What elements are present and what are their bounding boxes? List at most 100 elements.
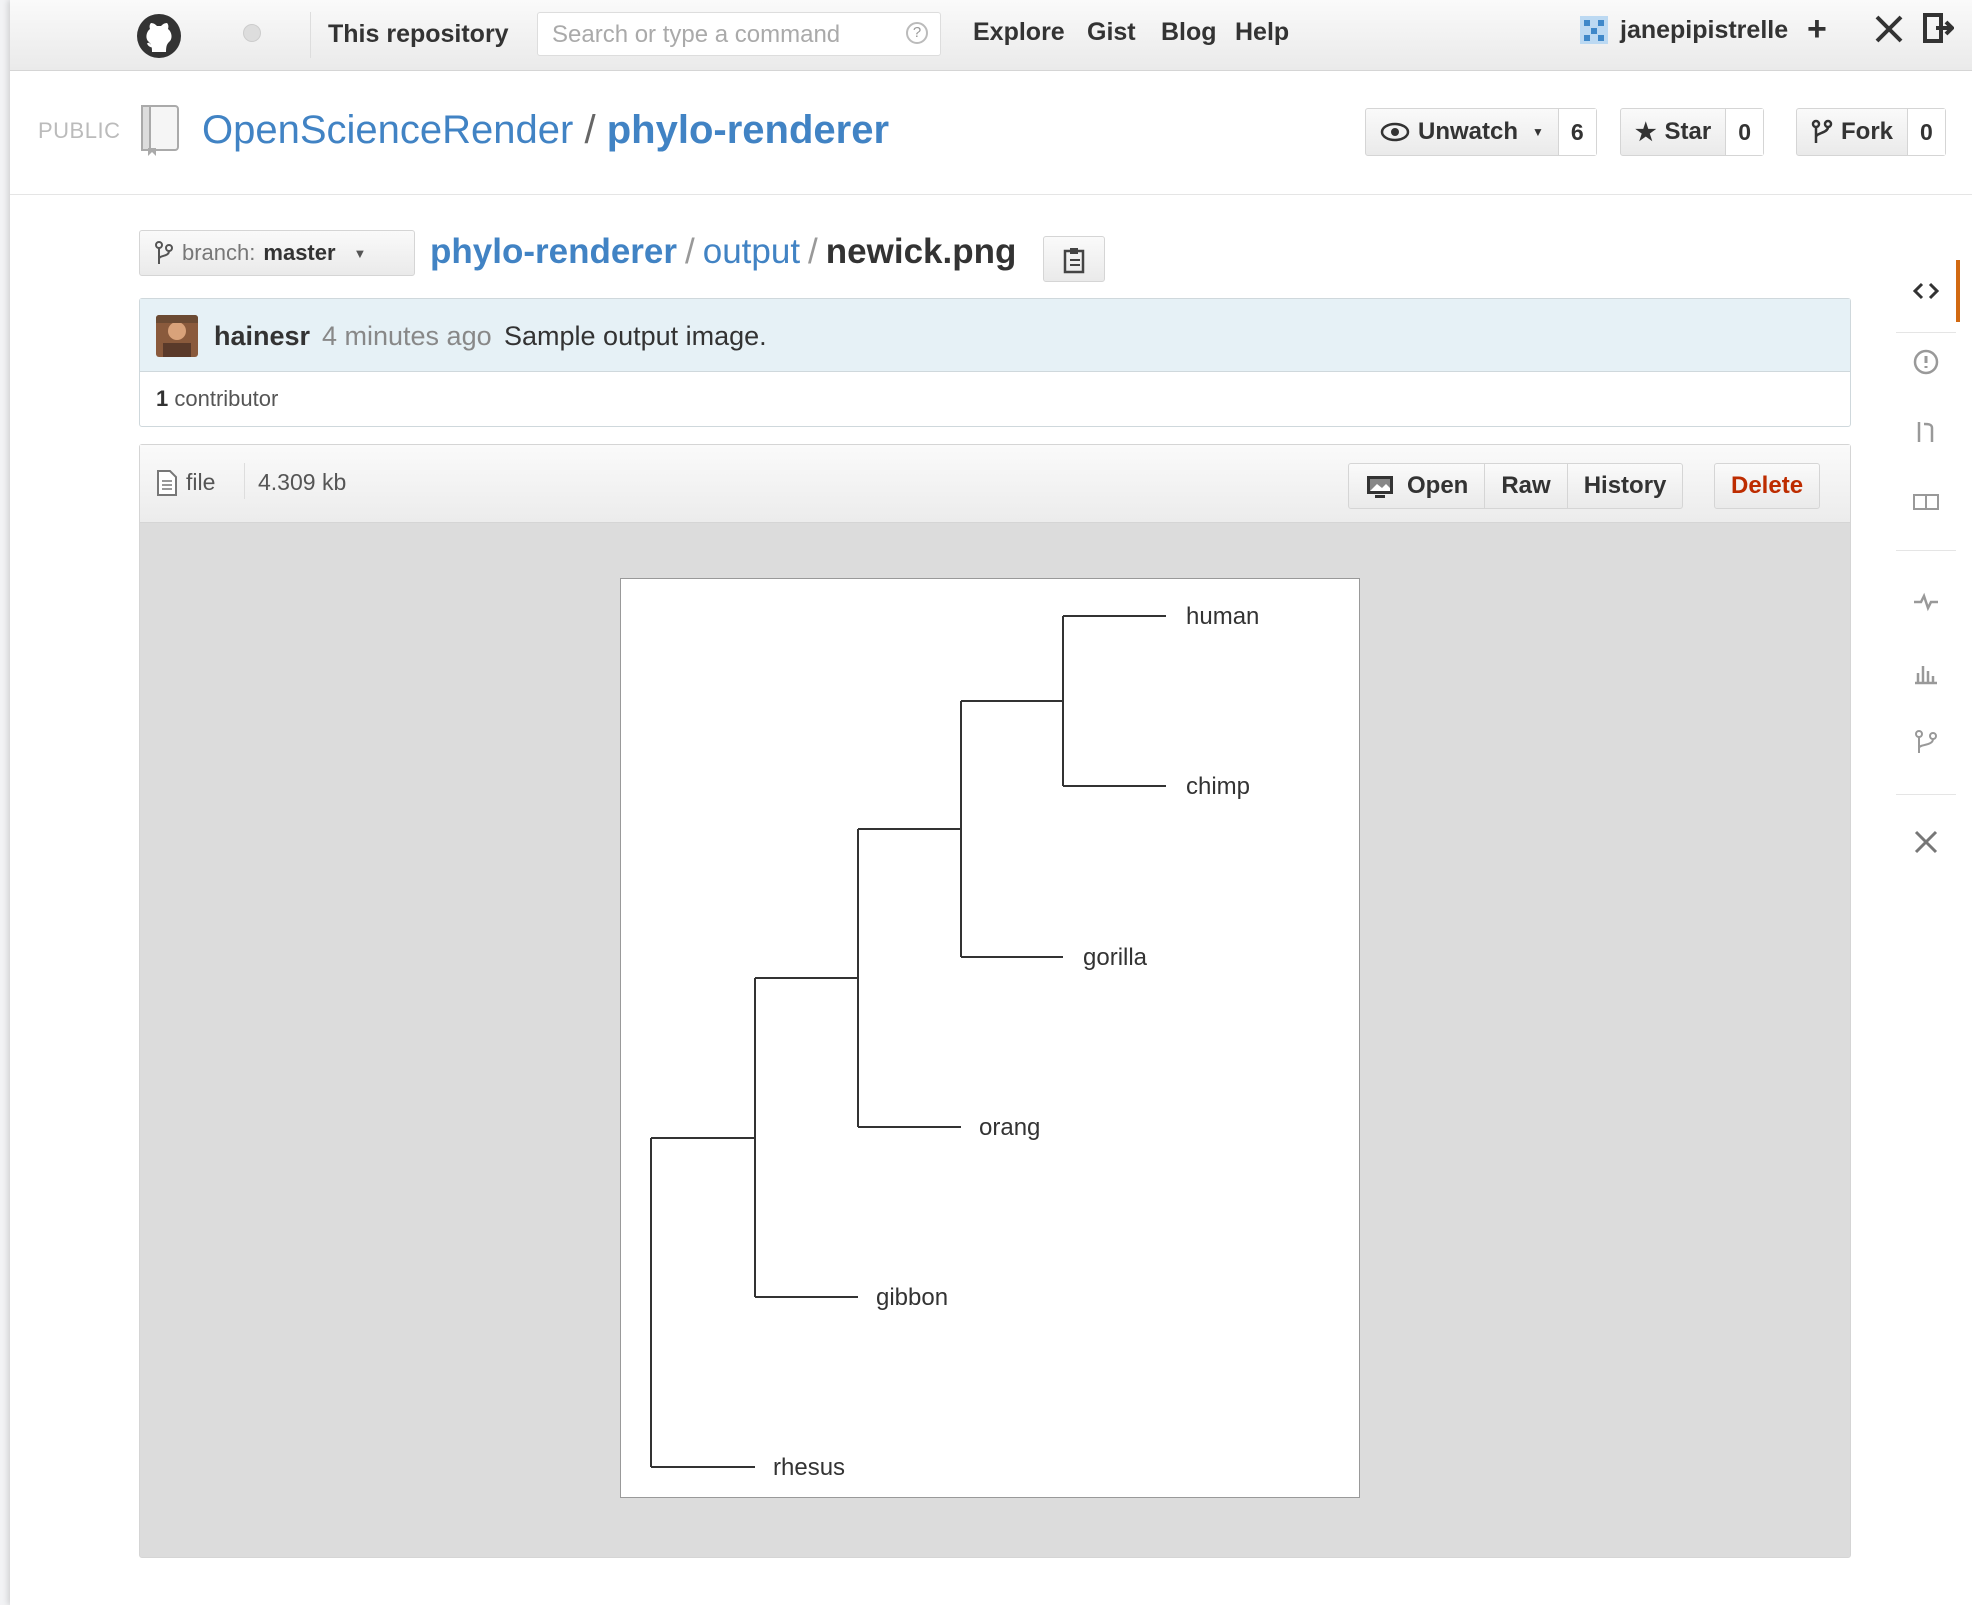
fork-icon xyxy=(1811,119,1833,143)
fork-button[interactable]: Fork xyxy=(1797,109,1909,155)
nav-explore[interactable]: Explore xyxy=(973,18,1065,47)
rendered-image: human chimp gorilla orang gibbon rhesus xyxy=(620,578,1360,1498)
repo-icon xyxy=(141,105,179,156)
star-count[interactable]: 0 xyxy=(1726,109,1763,155)
taxon-label: orang xyxy=(979,1114,1040,1141)
visibility-label: PUBLIC xyxy=(38,118,121,143)
sidebar-divider xyxy=(1896,794,1956,795)
search-input[interactable] xyxy=(550,21,884,49)
breadcrumb-dir-link[interactable]: output xyxy=(703,232,800,271)
nav-gist[interactable]: Gist xyxy=(1087,18,1136,47)
pull-request-icon[interactable] xyxy=(1912,418,1940,446)
wiki-icon[interactable] xyxy=(1912,488,1940,516)
file-icon xyxy=(157,470,177,496)
active-tab-indicator xyxy=(1956,260,1960,322)
file-actions: Open Raw History xyxy=(1348,463,1684,509)
chevron-down-icon: ▼ xyxy=(353,245,367,261)
author-avatar[interactable] xyxy=(156,315,198,357)
issues-icon[interactable] xyxy=(1912,348,1940,376)
sidebar-divider xyxy=(1896,550,1956,551)
watch-button-group: Unwatch ▼ 6 xyxy=(1365,108,1597,156)
taxon-label: rhesus xyxy=(773,1454,845,1481)
search-box[interactable]: ? xyxy=(537,12,941,56)
tree-branch xyxy=(960,700,1063,958)
raw-button[interactable]: Raw xyxy=(1485,464,1568,508)
latest-commit-box: hainesr 4 minutes ago Sample output imag… xyxy=(139,298,1851,427)
delete-button[interactable]: Delete xyxy=(1714,463,1821,509)
taxon-label: gibbon xyxy=(876,1284,948,1311)
commit-summary: hainesr 4 minutes ago Sample output imag… xyxy=(140,299,1850,372)
phylogenetic-tree-image: human chimp gorilla orang gibbon rhesus xyxy=(650,603,1259,1481)
graphs-icon[interactable] xyxy=(1912,658,1940,686)
breadcrumb-repo-link[interactable]: phylo-renderer xyxy=(430,232,677,271)
open-label: Open xyxy=(1407,472,1469,499)
contributor-count: 1 xyxy=(156,386,169,411)
clipboard-icon xyxy=(1063,248,1085,274)
tree-branch xyxy=(1062,615,1166,787)
fork-label: Fork xyxy=(1841,118,1894,145)
breadcrumb-file-name: newick.png xyxy=(825,232,1017,271)
site-header: This repository ? Explore Gist Blog Help… xyxy=(10,0,1972,71)
notifications-icon[interactable] xyxy=(243,24,261,42)
star-button-group: ★ Star 0 xyxy=(1620,108,1764,156)
github-logo-icon[interactable] xyxy=(135,12,183,60)
fork-count[interactable]: 0 xyxy=(1908,109,1945,155)
file-size: 4.309 kb xyxy=(258,469,347,495)
file-type-label: file xyxy=(186,469,216,495)
taxon-label: chimp xyxy=(1186,773,1250,800)
commit-time: 4 minutes ago xyxy=(322,321,492,351)
branch-name: master xyxy=(263,240,336,265)
tree-branch xyxy=(754,977,858,1298)
fork-button-group: Fork 0 xyxy=(1796,108,1946,156)
repo-title-separator: / xyxy=(584,108,596,152)
repo-title: OpenScienceRender / phylo-renderer xyxy=(202,108,889,153)
repo-header: PUBLIC OpenScienceRender / phylo-rendere… xyxy=(10,70,1972,195)
breadcrumb-separator: / xyxy=(808,232,818,271)
code-icon[interactable] xyxy=(1912,277,1940,305)
open-button[interactable]: Open xyxy=(1349,464,1486,508)
chevron-down-icon: ▼ xyxy=(1532,125,1544,139)
repo-owner-link[interactable]: OpenScienceRender xyxy=(202,108,573,152)
unwatch-button[interactable]: Unwatch ▼ xyxy=(1366,109,1559,155)
file-header: file 4.309 kb Open Raw History Delete xyxy=(140,445,1850,523)
breadcrumb-separator: / xyxy=(685,232,695,271)
contributors-summary[interactable]: 1 contributor xyxy=(156,386,278,412)
breadcrumb: phylo-renderer / output / newick.png xyxy=(430,232,1016,272)
star-label: Star xyxy=(1664,118,1712,145)
taxon-label: human xyxy=(1186,603,1259,630)
unwatch-label: Unwatch xyxy=(1418,118,1519,145)
star-button[interactable]: ★ Star xyxy=(1621,109,1727,155)
create-new-plus-icon[interactable]: + xyxy=(1807,10,1827,49)
username-link[interactable]: janepipistrelle xyxy=(1620,16,1788,45)
taxon-label: gorilla xyxy=(1083,944,1148,971)
network-icon[interactable] xyxy=(1912,728,1940,756)
desktop-app-icon xyxy=(1367,476,1393,498)
file-meta-divider xyxy=(244,463,245,499)
settings-icon[interactable] xyxy=(1912,828,1940,856)
nav-help[interactable]: Help xyxy=(1235,18,1289,47)
history-button[interactable]: History xyxy=(1568,464,1683,508)
star-icon: ★ xyxy=(1635,118,1657,146)
eye-icon xyxy=(1380,122,1410,142)
repo-nav-sidebar xyxy=(1890,232,1960,902)
commit-message-link[interactable]: Sample output image. xyxy=(504,321,767,352)
sign-out-icon[interactable] xyxy=(1922,12,1954,44)
branch-selector[interactable]: branch: master ▼ xyxy=(139,230,415,276)
watch-count[interactable]: 6 xyxy=(1558,109,1596,155)
sidebar-divider xyxy=(1896,332,1956,333)
contributor-label: contributor xyxy=(174,386,279,411)
pulse-icon[interactable] xyxy=(1912,588,1940,616)
nav-blog[interactable]: Blog xyxy=(1161,18,1217,47)
browser-window: This repository ? Explore Gist Blog Help… xyxy=(10,0,1972,1605)
tree-branch xyxy=(857,828,961,1128)
branch-label: branch: xyxy=(182,240,256,265)
repo-name-link[interactable]: phylo-renderer xyxy=(607,108,889,152)
commit-author-link[interactable]: hainesr xyxy=(214,321,310,352)
file-viewer: file 4.309 kb Open Raw History Delete hu… xyxy=(139,444,1851,1558)
copy-path-button[interactable] xyxy=(1043,236,1105,282)
settings-tools-icon[interactable] xyxy=(1872,12,1906,46)
header-divider xyxy=(310,12,311,58)
search-help-icon[interactable]: ? xyxy=(906,22,928,44)
user-avatar[interactable] xyxy=(1580,16,1608,44)
search-scope-label[interactable]: This repository xyxy=(328,20,509,49)
